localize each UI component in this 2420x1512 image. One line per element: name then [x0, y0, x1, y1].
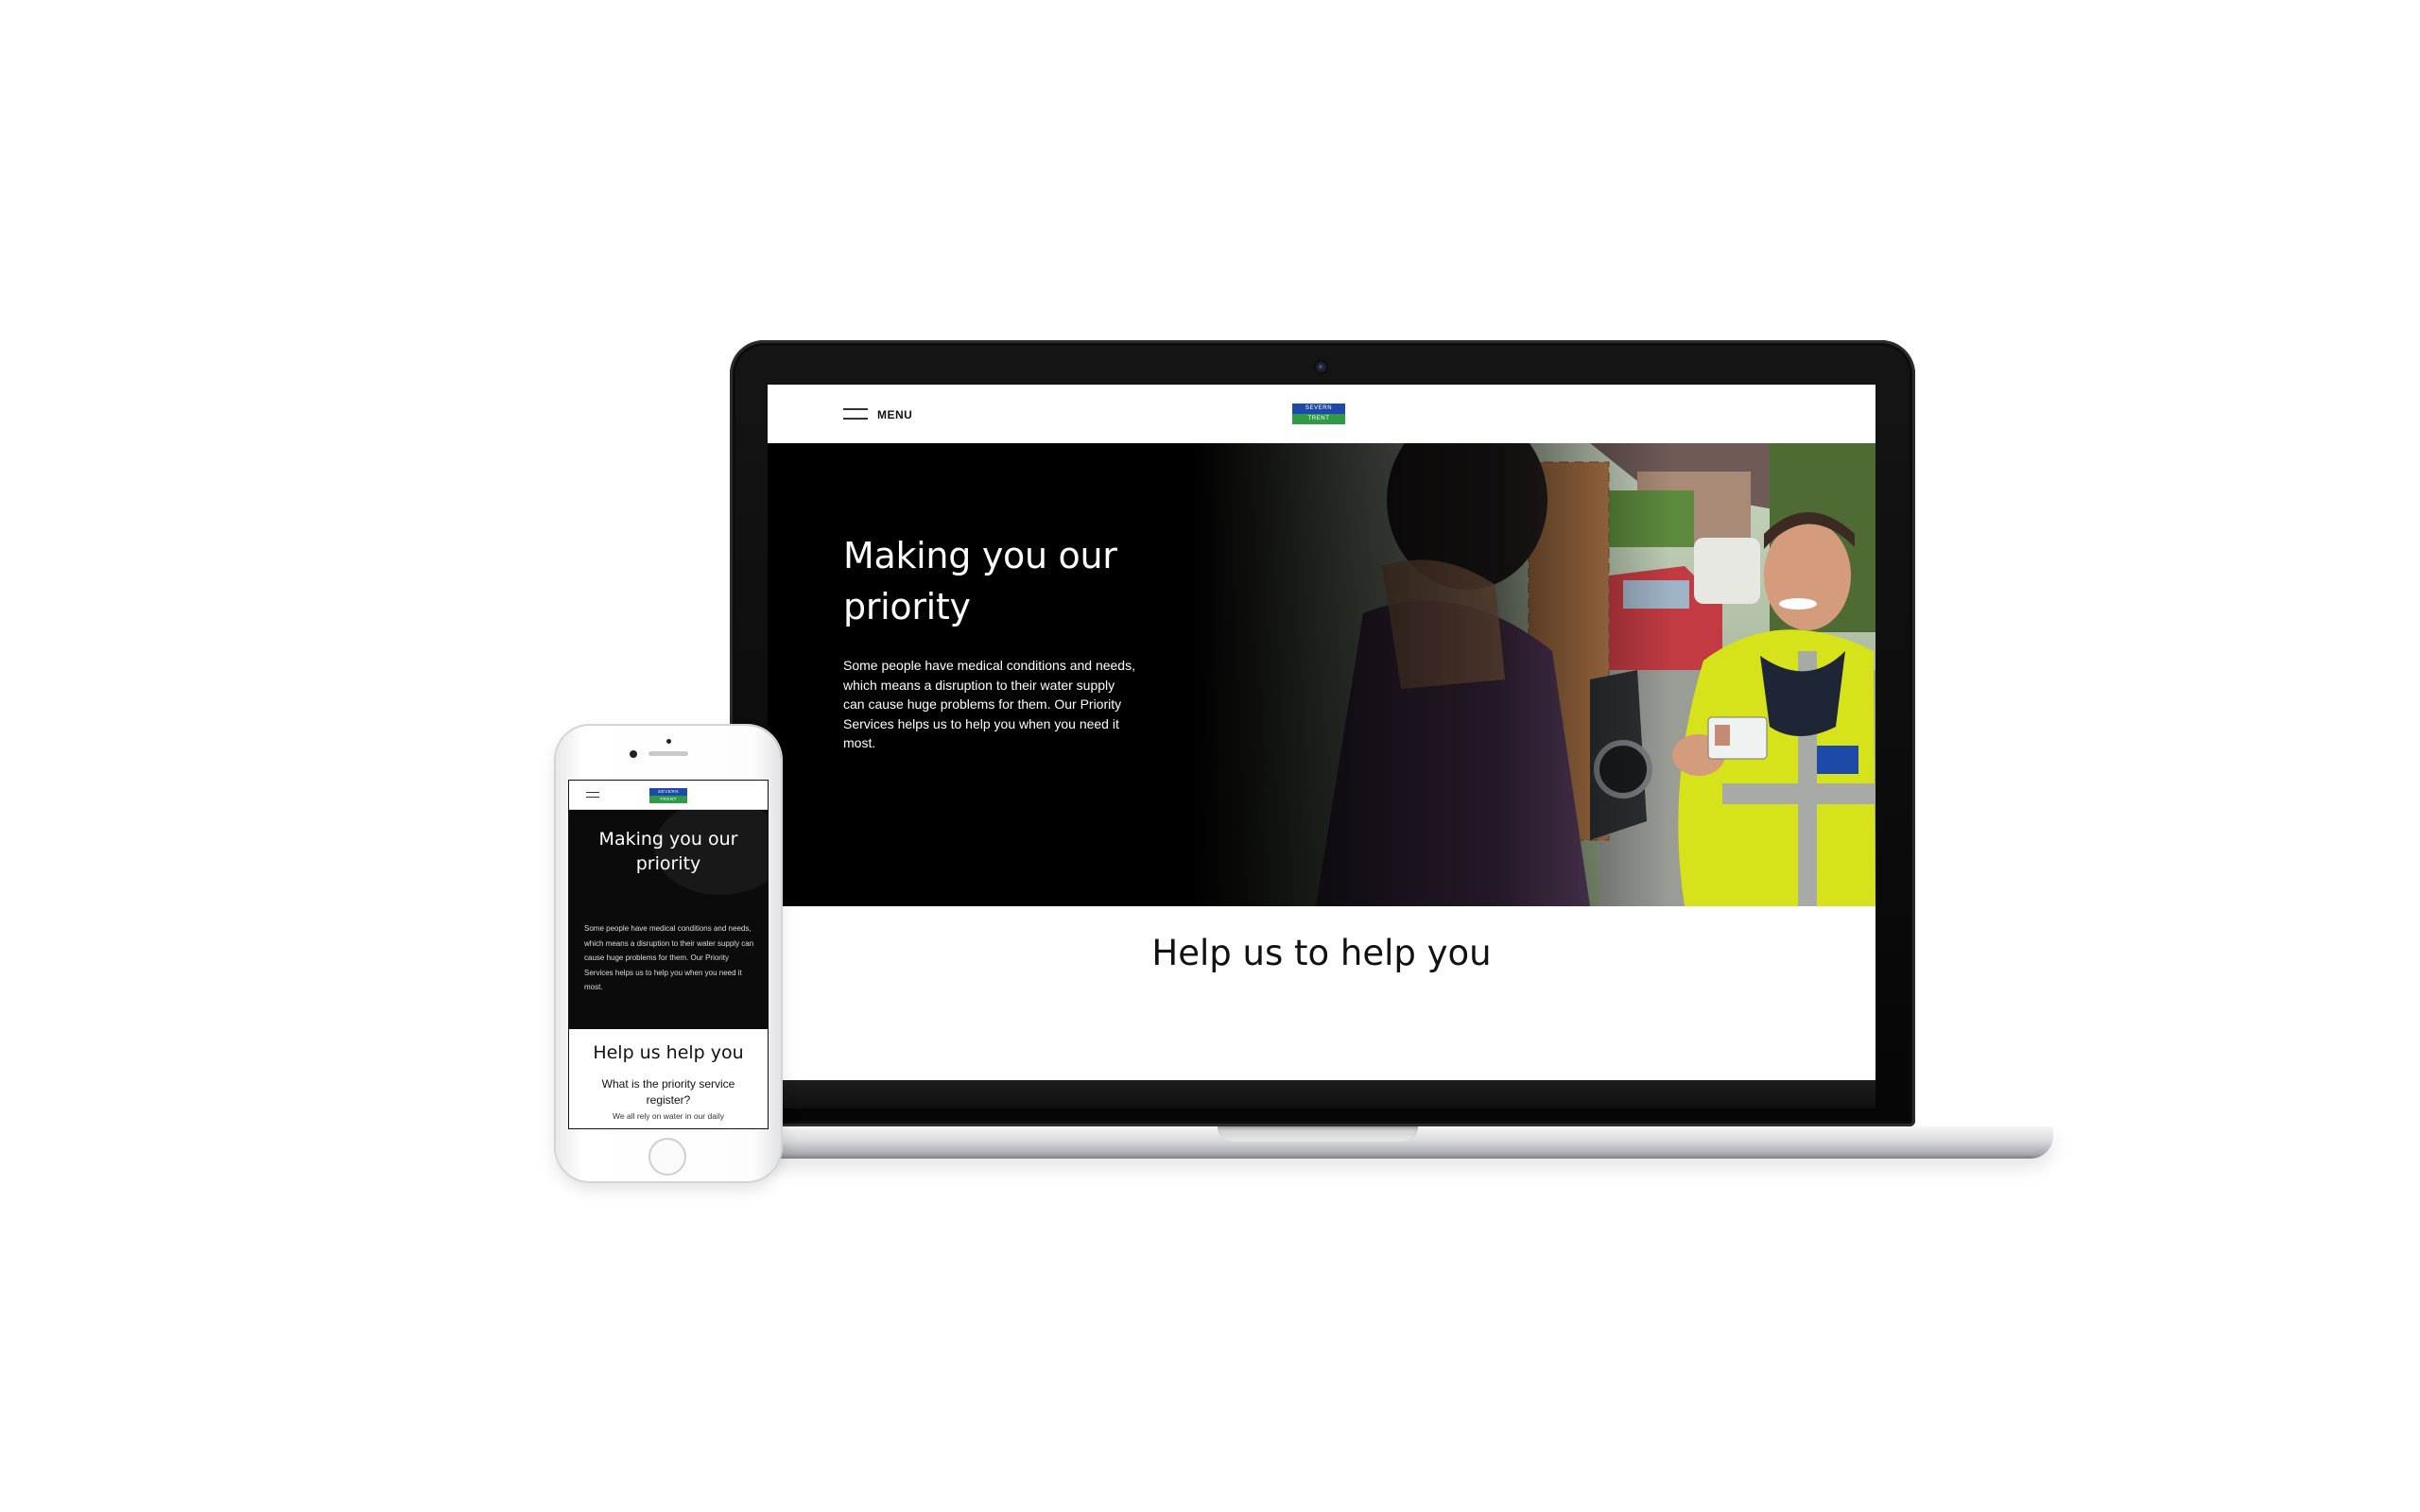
phone-hero-body: Some people have medical conditions and …	[584, 924, 754, 991]
phone-device: SEVERN TRENT Making you our priority Som…	[556, 726, 781, 1181]
menu-label: MENU	[877, 408, 913, 421]
hamburger-icon[interactable]	[586, 792, 599, 799]
laptop-base	[720, 1126, 2053, 1159]
phone-question-heading: What is the priority service register?	[601, 1077, 735, 1107]
severn-trent-logo[interactable]: SEVERN TRENT	[649, 788, 687, 803]
hero-body: Some people have medical conditions and …	[843, 658, 1135, 750]
camera-icon	[1316, 362, 1326, 372]
hero-banner: Making you our priority Some people have…	[768, 443, 1876, 906]
phone-hero-banner: Making you our priority Some people have…	[569, 810, 768, 1029]
laptop-trackpad-notch	[1218, 1126, 1418, 1142]
phone-hero-title: Making you our priority	[598, 829, 738, 874]
logo-top-text: SEVERN	[649, 788, 687, 796]
laptop-lid: MENU SEVERN TRENT Making you our priorit…	[730, 340, 1915, 1126]
section-heading: Help us to help you	[1151, 933, 1492, 973]
hamburger-icon[interactable]	[843, 408, 868, 421]
logo-bottom-text: TRENT	[1292, 414, 1345, 424]
laptop-screen: MENU SEVERN TRENT Making you our priorit…	[768, 385, 1876, 1080]
home-button-icon[interactable]	[648, 1138, 686, 1176]
phone-sensor	[666, 739, 671, 744]
site-header: MENU SEVERN TRENT	[768, 385, 1876, 444]
laptop-bezel-bottom	[768, 1080, 1876, 1108]
phone-body-snippet: We all rely on water in our daily	[613, 1111, 724, 1121]
phone-speaker	[648, 751, 688, 756]
logo-bottom-text: TRENT	[649, 796, 687, 803]
hero-title: Making you our priority	[843, 535, 1117, 627]
hero-photo	[1193, 443, 1876, 906]
phone-section-heading: Help us help you	[593, 1042, 744, 1063]
phone-screen: SEVERN TRENT Making you our priority Som…	[569, 781, 768, 1128]
camera-icon	[630, 750, 637, 758]
severn-trent-logo[interactable]: SEVERN TRENT	[1292, 404, 1345, 424]
logo-top-text: SEVERN	[1292, 404, 1345, 414]
menu-button[interactable]: MENU	[843, 406, 912, 423]
phone-site-header: SEVERN TRENT	[569, 781, 768, 810]
